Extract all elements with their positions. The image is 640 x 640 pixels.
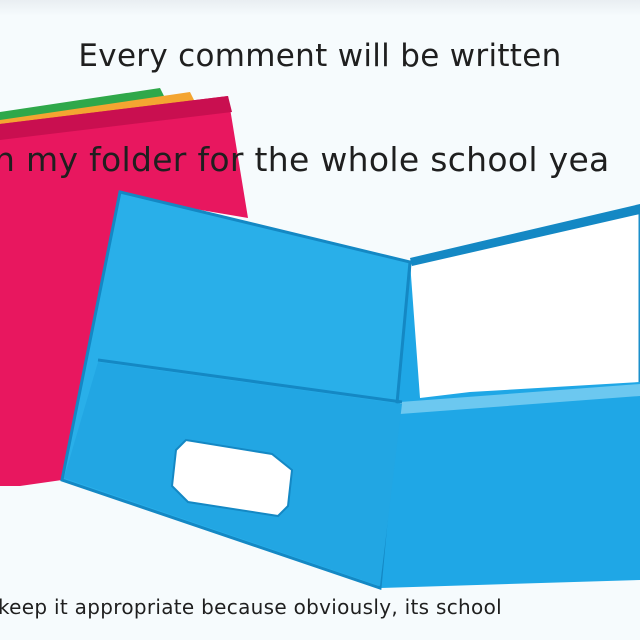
caption-middle: n my folder for the whole school yea [0, 140, 610, 179]
folders-illustration [0, 88, 640, 591]
caption-bottom: keep it appropriate because obviously, i… [0, 595, 502, 619]
caption-top: Every comment will be written [78, 38, 562, 74]
